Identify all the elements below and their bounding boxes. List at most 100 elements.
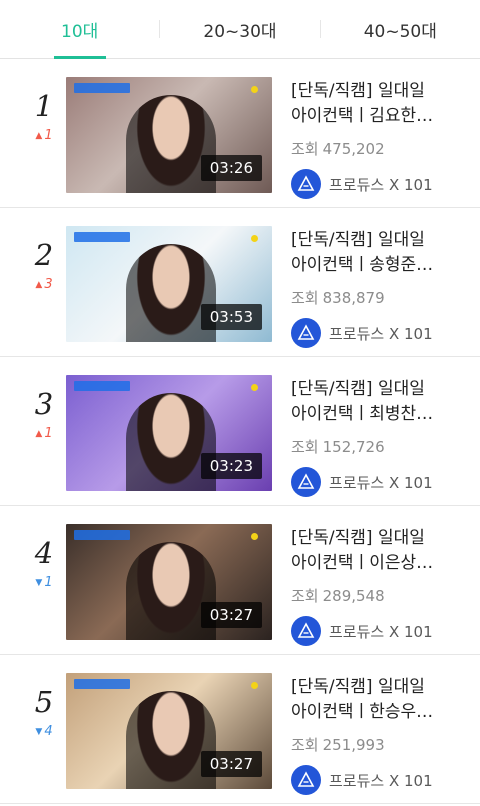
video-title-line2: 아이컨택ㅣ이은상…	[291, 553, 434, 573]
show-logo-icon	[74, 679, 130, 689]
rank-block: 2 ▲ 3	[26, 238, 62, 293]
video-title[interactable]: [단독/직캠] 일대일 아이컨택ㅣ최병찬…	[291, 377, 469, 427]
view-count-value: 838,879	[322, 289, 385, 307]
video-ranking-list: 1 ▲ 1 03:26 [단독/직캠] 일대일 아이컨택ㅣ김요한… 조회 475,…	[0, 59, 480, 804]
channel[interactable]: 프로듀스 X 101	[291, 467, 469, 497]
video-title-line1: [단독/직캠] 일대일	[291, 528, 425, 548]
rank-change-value: 1	[44, 575, 53, 590]
rank-down-icon: ▼	[35, 727, 43, 737]
video-title[interactable]: [단독/직캠] 일대일 아이컨택ㅣ한승우…	[291, 675, 469, 725]
tab-20s-30s[interactable]: 20~30대	[160, 0, 319, 58]
video-title-line2: 아이컨택ㅣ최병찬…	[291, 404, 434, 424]
view-count-value: 289,548	[322, 587, 385, 605]
view-count-value: 251,993	[322, 736, 385, 754]
tab-label: 40~50대	[363, 21, 437, 42]
rank-change-value: 1	[44, 128, 53, 143]
channel-logo-icon	[291, 169, 321, 199]
show-logo-icon	[74, 381, 130, 391]
channel[interactable]: 프로듀스 X 101	[291, 169, 469, 199]
rank-change-value: 3	[44, 277, 53, 292]
rank-number: 3	[34, 387, 54, 421]
video-thumbnail[interactable]: 03:27	[66, 673, 272, 789]
view-count-value: 475,202	[322, 140, 385, 158]
rank-change-value: 4	[44, 724, 53, 739]
view-count: 조회 251,993	[291, 734, 469, 755]
channel-logo-icon	[291, 616, 321, 646]
rank-block: 1 ▲ 1	[26, 89, 62, 144]
video-title[interactable]: [단독/직캠] 일대일 아이컨택ㅣ김요한…	[291, 79, 469, 129]
video-info: [단독/직캠] 일대일 아이컨택ㅣ송형준… 조회 838,879 프로듀스 X 1…	[291, 228, 469, 348]
video-list-item[interactable]: 4 ▼ 1 03:27 [단독/직캠] 일대일 아이컨택ㅣ이은상… 조회 289,…	[0, 506, 480, 655]
mnet-logo-icon	[244, 531, 264, 549]
video-list-item[interactable]: 1 ▲ 1 03:26 [단독/직캠] 일대일 아이컨택ㅣ김요한… 조회 475,…	[0, 59, 480, 208]
view-count: 조회 838,879	[291, 287, 469, 308]
view-count: 조회 289,548	[291, 585, 469, 606]
rank-block: 5 ▼ 4	[26, 685, 62, 740]
rank-up-icon: ▲	[35, 280, 43, 290]
rank-number: 5	[34, 685, 54, 719]
video-duration: 03:27	[200, 602, 262, 628]
mnet-logo-icon	[244, 680, 264, 698]
video-duration: 03:23	[200, 453, 262, 479]
video-title-line1: [단독/직캠] 일대일	[291, 379, 425, 399]
channel[interactable]: 프로듀스 X 101	[291, 616, 469, 646]
channel[interactable]: 프로듀스 X 101	[291, 765, 469, 795]
view-count-label: 조회	[291, 438, 319, 456]
rank-up-icon: ▲	[35, 429, 43, 439]
video-title-line1: [단독/직캠] 일대일	[291, 230, 425, 250]
show-logo-icon	[74, 530, 130, 540]
video-duration: 03:53	[200, 304, 262, 330]
rank-change: ▼ 4	[35, 724, 52, 740]
video-list-item[interactable]: 5 ▼ 4 03:27 [단독/직캠] 일대일 아이컨택ㅣ한승우… 조회 251,…	[0, 655, 480, 804]
view-count-label: 조회	[291, 736, 319, 754]
channel-name: 프로듀스 X 101	[329, 324, 433, 343]
rank-number: 2	[34, 238, 54, 272]
channel-name: 프로듀스 X 101	[329, 473, 433, 492]
video-thumbnail[interactable]: 03:23	[66, 375, 272, 491]
view-count: 조회 152,726	[291, 436, 469, 457]
video-info: [단독/직캠] 일대일 아이컨택ㅣ이은상… 조회 289,548 프로듀스 X 1…	[291, 526, 469, 646]
channel-logo-icon	[291, 318, 321, 348]
channel[interactable]: 프로듀스 X 101	[291, 318, 469, 348]
channel-logo-icon	[291, 467, 321, 497]
view-count-value: 152,726	[322, 438, 385, 456]
video-title-line1: [단독/직캠] 일대일	[291, 81, 425, 101]
show-logo-icon	[74, 83, 130, 93]
video-list-item[interactable]: 2 ▲ 3 03:53 [단독/직캠] 일대일 아이컨택ㅣ송형준… 조회 838,…	[0, 208, 480, 357]
channel-name: 프로듀스 X 101	[329, 175, 433, 194]
rank-number: 1	[34, 89, 54, 123]
video-thumbnail[interactable]: 03:27	[66, 524, 272, 640]
video-title-line2: 아이컨택ㅣ송형준…	[291, 255, 434, 275]
rank-change: ▲ 3	[35, 277, 52, 293]
tab-label: 20~30대	[203, 21, 277, 42]
mnet-logo-icon	[244, 382, 264, 400]
view-count-label: 조회	[291, 587, 319, 605]
rank-change-value: 1	[44, 426, 53, 441]
view-count: 조회 475,202	[291, 138, 469, 159]
channel-logo-icon	[291, 765, 321, 795]
video-duration: 03:26	[200, 155, 262, 181]
tab-40s-50s[interactable]: 40~50대	[321, 0, 480, 58]
video-info: [단독/직캠] 일대일 아이컨택ㅣ김요한… 조회 475,202 프로듀스 X 1…	[291, 79, 469, 199]
video-thumbnail[interactable]: 03:26	[66, 77, 272, 193]
view-count-label: 조회	[291, 140, 319, 158]
video-thumbnail[interactable]: 03:53	[66, 226, 272, 342]
rank-change: ▼ 1	[35, 575, 52, 591]
rank-block: 3 ▲ 1	[26, 387, 62, 442]
tab-10s[interactable]: 10대	[0, 0, 159, 59]
mnet-logo-icon	[244, 233, 264, 251]
channel-name: 프로듀스 X 101	[329, 771, 433, 790]
video-title-line2: 아이컨택ㅣ한승우…	[291, 702, 434, 722]
age-tabs: 10대 20~30대 40~50대	[0, 0, 480, 59]
video-title[interactable]: [단독/직캠] 일대일 아이컨택ㅣ이은상…	[291, 526, 469, 576]
tab-label: 10대	[61, 21, 99, 42]
channel-name: 프로듀스 X 101	[329, 622, 433, 641]
show-logo-icon	[74, 232, 130, 242]
view-count-label: 조회	[291, 289, 319, 307]
video-title[interactable]: [단독/직캠] 일대일 아이컨택ㅣ송형준…	[291, 228, 469, 278]
rank-down-icon: ▼	[35, 578, 43, 588]
video-list-item[interactable]: 3 ▲ 1 03:23 [단독/직캠] 일대일 아이컨택ㅣ최병찬… 조회 152,…	[0, 357, 480, 506]
video-info: [단독/직캠] 일대일 아이컨택ㅣ최병찬… 조회 152,726 프로듀스 X 1…	[291, 377, 469, 497]
mnet-logo-icon	[244, 84, 264, 102]
rank-up-icon: ▲	[35, 131, 43, 141]
